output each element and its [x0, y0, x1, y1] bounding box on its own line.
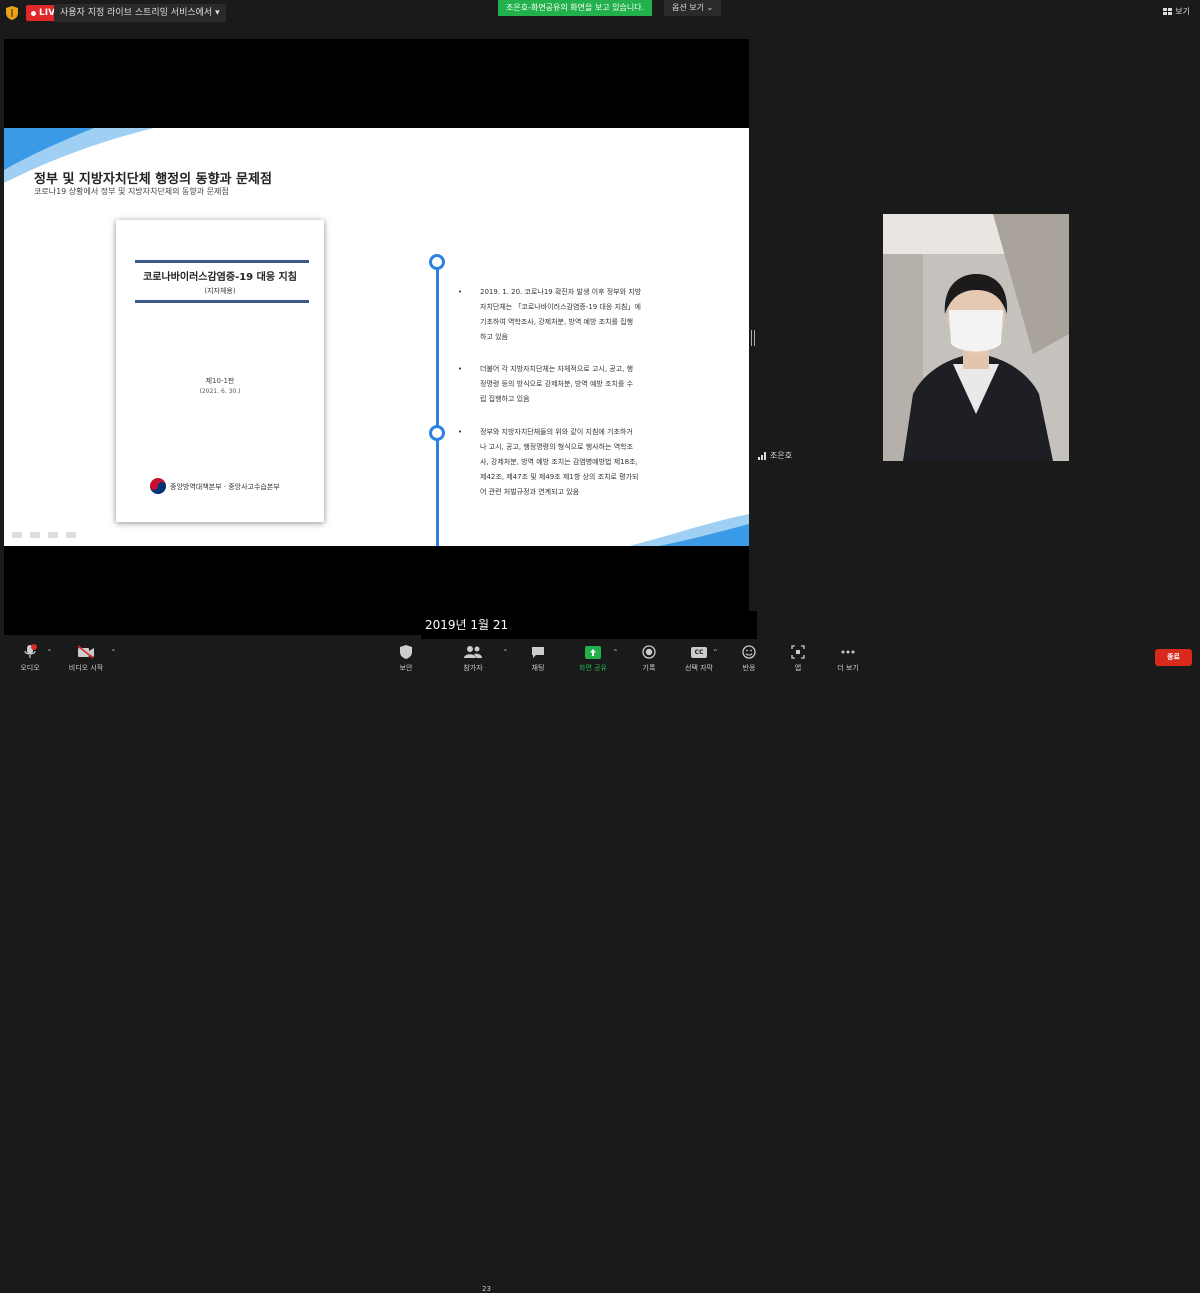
timeline-dot	[429, 425, 445, 441]
participant-name-label: 조은호	[758, 450, 792, 461]
presentation-slide: 정부 및 지방자치단체 행정의 동향과 문제점 코로나19 상황에서 정부 및 …	[4, 128, 749, 546]
share-label: 화면 공유	[579, 664, 607, 672]
audio-label: 오디오	[20, 664, 40, 672]
slide-control-icon[interactable]	[48, 532, 58, 538]
share-options-caret[interactable]: ⌃	[612, 648, 619, 657]
doc-publisher: 중앙방역대책본부 · 중앙사고수습본부	[170, 483, 280, 491]
split-view-handle[interactable]	[751, 330, 755, 346]
participant-video[interactable]	[883, 214, 1069, 461]
security-shield-icon	[400, 645, 412, 659]
guideline-document-cover: 코로나바이러스감염증-19 대응 지침 (지자체용) 제10-1판 (2021.…	[116, 220, 324, 522]
slide-controls[interactable]	[12, 532, 76, 538]
slide-wave-decoration-bottom	[629, 514, 749, 546]
timeline-line	[436, 260, 439, 546]
record-icon	[642, 645, 656, 659]
shield-icon	[6, 6, 18, 20]
participants-label: 참가자	[463, 664, 483, 672]
record-button[interactable]: 기록	[638, 644, 660, 673]
video-off-icon	[77, 645, 94, 659]
view-label: 보기	[1175, 7, 1190, 16]
security-button[interactable]: 보안	[392, 644, 420, 673]
security-label: 보안	[399, 664, 413, 672]
live-caption: 2019년 1월 21	[421, 611, 757, 639]
participants-options-caret[interactable]: ⌃	[502, 648, 509, 657]
share-screen-icon	[585, 645, 601, 659]
microphone-icon	[24, 644, 37, 658]
participants-icon	[464, 646, 482, 658]
apps-button[interactable]: 앱	[788, 644, 808, 673]
chevron-down-icon: ▾	[215, 8, 220, 18]
bullet-item-2: 더불어 각 지방자치단체는 자체적으로 고시, 공고, 행 정명령 등의 방식으…	[458, 362, 680, 407]
reactions-icon	[742, 645, 756, 659]
bullet-item-3: 정부와 지방자치단체들의 위와 같이 지침에 기초하거 나 고시, 공고, 행정…	[458, 425, 680, 500]
doc-rule-bottom	[135, 300, 309, 303]
korea-emblem-icon	[150, 478, 166, 494]
video-label: 비디오 시작	[68, 664, 104, 672]
live-service-label: 사용자 지정 라이브 스트리밍 서비스에서	[60, 8, 213, 18]
view-button[interactable]: 보기	[1163, 6, 1190, 17]
chat-label: 채팅	[531, 664, 545, 672]
captions-label: 선택 자막	[685, 664, 713, 672]
doc-date: (2021. 6. 30.)	[199, 388, 241, 395]
live-service-dropdown[interactable]: 사용자 지정 라이브 스트리밍 서비스에서 ▾	[54, 4, 226, 22]
participant-name: 조은호	[770, 451, 793, 460]
chat-button[interactable]: 채팅	[526, 644, 550, 673]
timeline-dot	[429, 254, 445, 270]
doc-subtitle: (지자체용)	[204, 287, 236, 295]
doc-rule-top	[135, 260, 309, 263]
view-grid-icon	[1163, 7, 1173, 15]
reactions-label: 반응	[742, 664, 756, 672]
more-icon	[841, 650, 855, 654]
more-label: 더 보기	[837, 664, 859, 672]
slide-control-icon[interactable]	[30, 532, 40, 538]
closed-caption-icon: CC	[691, 646, 707, 658]
more-button[interactable]: 더 보기	[834, 644, 862, 673]
participant-video-frame	[883, 214, 1069, 461]
apps-label: 앱	[794, 664, 802, 672]
video-options-caret[interactable]: ⌃	[110, 648, 117, 657]
doc-edition: 제10-1판	[205, 377, 235, 385]
audio-options-caret[interactable]: ⌃	[46, 648, 53, 657]
top-bar: LIVE 사용자 지정 라이브 스트리밍 서비스에서 ▾ 조은호-화면공유의 화…	[0, 0, 1200, 26]
signal-icon	[758, 451, 766, 460]
video-button[interactable]: 비디오 시작	[64, 644, 108, 673]
record-label: 기록	[642, 664, 656, 672]
participants-count: 23	[482, 1285, 491, 1293]
live-dot-icon	[31, 10, 36, 16]
share-banner: 조은호-화면공유의 화면을 보고 있습니다.	[498, 0, 653, 16]
meeting-toolbar: 오디오 ⌃ 비디오 시작 ⌃ 보안 참가자 23 ⌃ 채팅 화면 공유 ⌃ 기록…	[0, 640, 1200, 1293]
bullet-item-1: 2019. 1. 20. 코로나19 확진자 발생 이후 정부와 지방 자치단체…	[458, 285, 680, 345]
chat-icon	[532, 646, 544, 658]
slide-control-icon[interactable]	[12, 532, 22, 538]
share-screen-button[interactable]: 화면 공유	[574, 644, 612, 673]
captions-options-caret[interactable]: ⌃	[712, 648, 719, 657]
view-options-button[interactable]: 옵션 보기 ⌄	[664, 0, 722, 16]
slide-title: 정부 및 지방자치단체 행정의 동향과 문제점	[34, 172, 272, 187]
slide-subtitle: 코로나19 상황에서 정부 및 지방자치단체의 동향과 문제점	[34, 187, 229, 196]
audio-button[interactable]: 오디오	[15, 644, 45, 673]
apps-icon	[791, 645, 805, 659]
doc-title: 코로나바이러스감염증-19 대응 지침	[143, 272, 297, 283]
shared-screen: 정부 및 지방자치단체 행정의 동향과 문제점 코로나19 상황에서 정부 및 …	[4, 39, 749, 635]
slide-control-icon[interactable]	[66, 532, 76, 538]
end-meeting-button[interactable]: 종료	[1155, 649, 1192, 666]
reactions-button[interactable]: 반응	[738, 644, 760, 673]
participants-button[interactable]: 참가자	[456, 644, 490, 673]
